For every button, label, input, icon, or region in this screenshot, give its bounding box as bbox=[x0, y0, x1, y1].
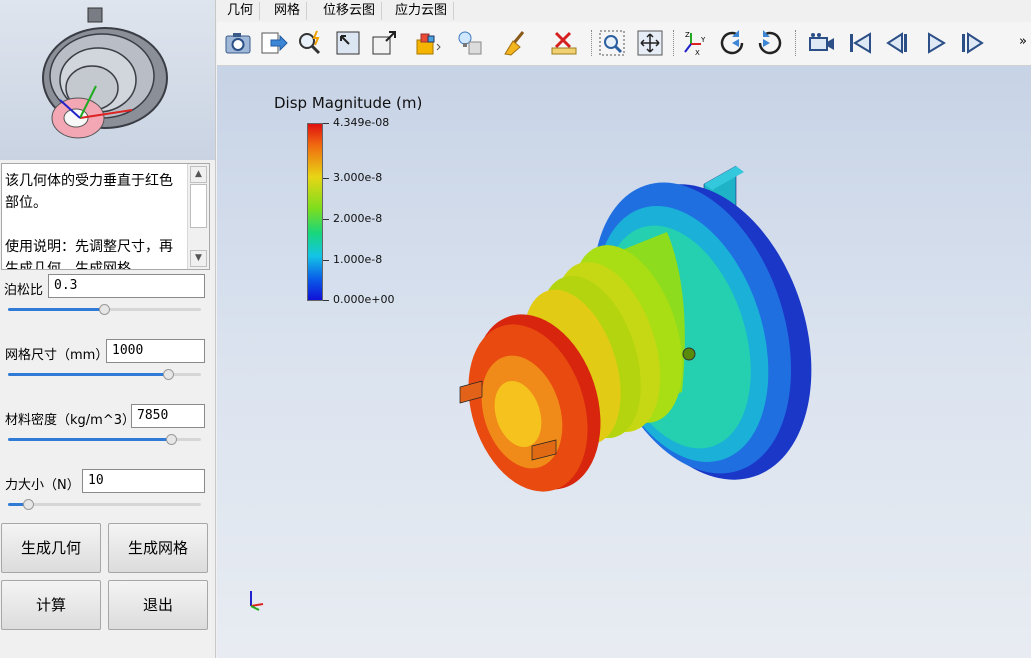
legend-tick-label: 0.000e+00 bbox=[333, 293, 395, 306]
legend-tick bbox=[323, 123, 329, 124]
poisson-slider[interactable] bbox=[8, 303, 201, 317]
menu-displacement-contour[interactable]: 位移云图 bbox=[317, 2, 383, 20]
force-slider[interactable] bbox=[8, 498, 201, 512]
mesh-size-slider[interactable] bbox=[8, 368, 201, 382]
last-frame-icon[interactable] bbox=[957, 28, 987, 58]
description-text: 该几何体的受力垂直于红色部位。 使用说明：先调整尺寸，再生成几何、生成网格、 bbox=[5, 173, 173, 269]
svg-text:Y: Y bbox=[700, 36, 706, 44]
legend-tick bbox=[323, 300, 329, 301]
legend-tick bbox=[323, 260, 329, 261]
left-panel: 该几何体的受力垂直于红色部位。 使用说明：先调整尺寸，再生成几何、生成网格、 ▲… bbox=[0, 0, 216, 658]
poisson-label: 泊松比 bbox=[4, 283, 44, 298]
camera-record-icon[interactable] bbox=[807, 28, 837, 58]
legend-title: Disp Magnitude (m) bbox=[274, 94, 423, 112]
geometry-preview bbox=[0, 0, 215, 160]
toolbar-separator bbox=[591, 30, 592, 56]
density-slider[interactable] bbox=[8, 433, 201, 447]
displacement-contour-model bbox=[459, 165, 812, 492]
mesh-size-label: 网格尺寸（mm） bbox=[5, 348, 109, 363]
export-icon[interactable] bbox=[259, 28, 289, 58]
rotate-ccw-icon[interactable] bbox=[755, 28, 785, 58]
first-frame-icon[interactable] bbox=[845, 28, 875, 58]
3d-viewport[interactable]: Disp Magnitude (m) 4.349e-08 3.000e-8 2.… bbox=[217, 66, 1031, 658]
description-textbox[interactable]: 该几何体的受力垂直于红色部位。 使用说明：先调整尺寸，再生成几何、生成网格、 ▲… bbox=[1, 163, 210, 270]
color-bar bbox=[307, 123, 323, 301]
legend-tick-label: 2.000e-8 bbox=[333, 212, 383, 225]
poisson-input[interactable]: 0.3 bbox=[48, 274, 205, 298]
legend-tick bbox=[323, 219, 329, 220]
menu-mesh[interactable]: 网格 bbox=[268, 2, 308, 20]
mesh-size-input[interactable]: 1000 bbox=[106, 339, 205, 363]
svg-text:Z: Z bbox=[685, 31, 690, 39]
toolbar-overflow-icon[interactable]: » bbox=[1019, 34, 1027, 49]
clean-icon[interactable] bbox=[501, 28, 531, 58]
rotate-cw-icon[interactable] bbox=[717, 28, 747, 58]
menu-stress-contour[interactable]: 应力云图 bbox=[389, 2, 455, 20]
force-input[interactable]: 10 bbox=[82, 469, 205, 493]
scroll-thumb[interactable] bbox=[190, 184, 207, 228]
mesh-size-slider-handle[interactable] bbox=[162, 369, 174, 380]
force-label: 力大小（N） bbox=[5, 478, 80, 493]
generate-geometry-button[interactable]: 生成几何 bbox=[1, 523, 101, 573]
camera-icon[interactable] bbox=[223, 28, 253, 58]
light-icon[interactable] bbox=[455, 28, 485, 58]
prev-frame-icon[interactable] bbox=[883, 28, 913, 58]
generate-mesh-button[interactable]: 生成网格 bbox=[108, 523, 208, 573]
legend-tick bbox=[323, 178, 329, 179]
density-input[interactable]: 7850 bbox=[131, 404, 205, 428]
view-cube-icon[interactable] bbox=[369, 28, 399, 58]
force-slider-handle[interactable] bbox=[22, 499, 34, 510]
orientation-axes-icon bbox=[250, 591, 264, 611]
svg-text:X: X bbox=[695, 49, 700, 57]
menu-geometry[interactable]: 几何 bbox=[221, 2, 261, 20]
preview-model-image bbox=[42, 7, 168, 139]
play-icon[interactable] bbox=[921, 28, 951, 58]
axes-icon[interactable]: Z YX bbox=[679, 28, 709, 58]
legend-tick-label: 1.000e-8 bbox=[333, 253, 383, 266]
legend-tick-label: 3.000e-8 bbox=[333, 171, 383, 184]
delete-measure-icon[interactable] bbox=[549, 28, 579, 58]
poisson-slider-handle[interactable] bbox=[99, 304, 110, 315]
zoom-select-icon[interactable] bbox=[295, 28, 325, 58]
description-scrollbar[interactable]: ▲ ▼ bbox=[187, 164, 209, 269]
layers-icon[interactable] bbox=[413, 28, 443, 58]
scroll-up-icon[interactable]: ▲ bbox=[190, 166, 207, 183]
scroll-down-icon[interactable]: ▼ bbox=[190, 250, 207, 267]
zoom-box-icon[interactable] bbox=[597, 28, 627, 58]
fit-view-icon[interactable] bbox=[333, 28, 363, 58]
toolbar-separator bbox=[673, 30, 674, 56]
density-label: 材料密度（kg/m^3） bbox=[5, 413, 135, 428]
toolbar-separator bbox=[795, 30, 796, 56]
toolbar: Z YX » bbox=[217, 22, 1031, 66]
menu-bar: 几何 网格 位移云图 应力云图 bbox=[217, 0, 1031, 22]
legend-tick-label: 4.349e-08 bbox=[333, 116, 390, 129]
pan-icon[interactable] bbox=[635, 28, 665, 58]
compute-button[interactable]: 计算 bbox=[1, 580, 101, 630]
app-window: 该几何体的受力垂直于红色部位。 使用说明：先调整尺寸，再生成几何、生成网格、 ▲… bbox=[0, 0, 1031, 658]
exit-button[interactable]: 退出 bbox=[108, 580, 208, 630]
density-slider-handle[interactable] bbox=[166, 434, 178, 445]
